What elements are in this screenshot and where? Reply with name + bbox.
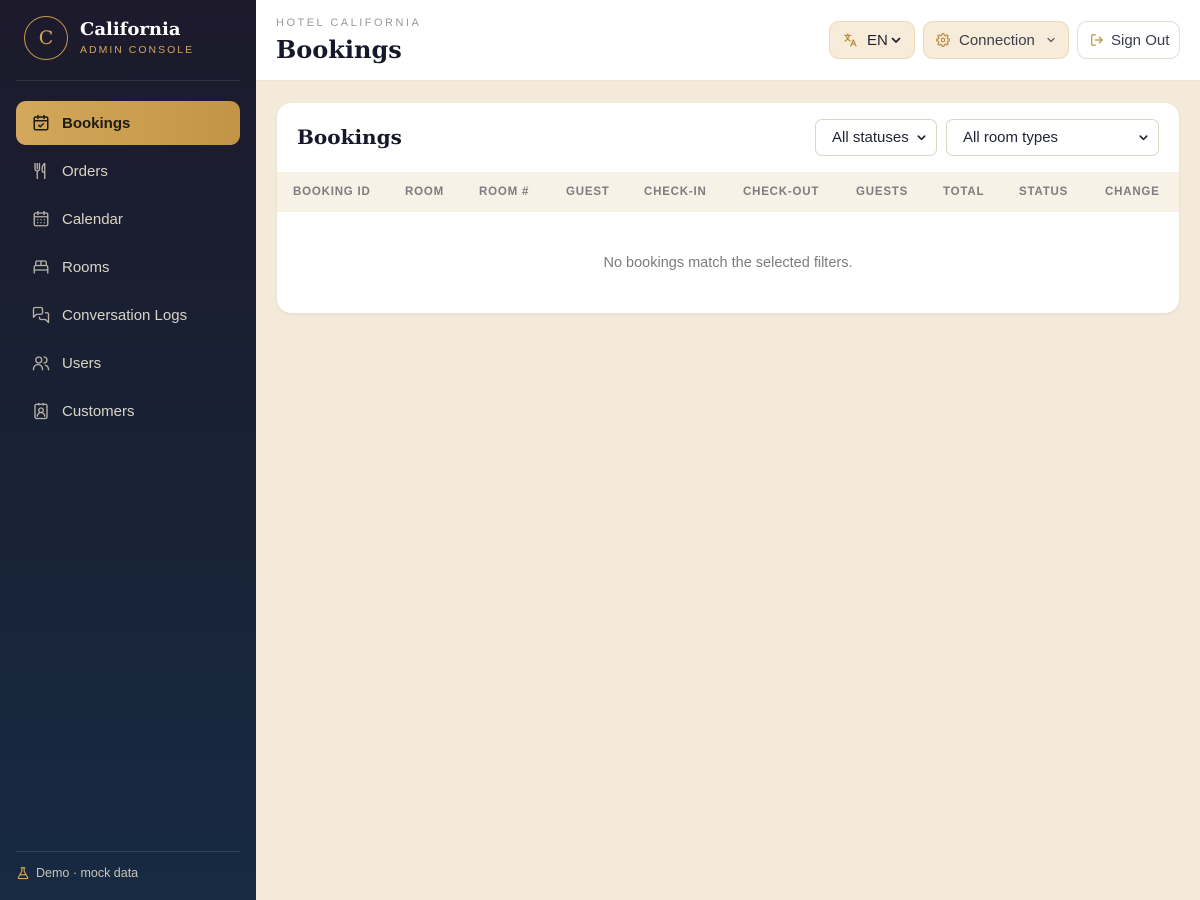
column-header-check-in[interactable]: CHECK-IN bbox=[644, 172, 707, 212]
sidebar-item-label: Users bbox=[62, 354, 102, 372]
sidebar-item-label: Calendar bbox=[62, 210, 123, 228]
column-header-total[interactable]: TOTAL bbox=[943, 172, 984, 212]
sign-out-button[interactable]: Sign Out bbox=[1077, 21, 1180, 59]
users-icon bbox=[32, 354, 50, 372]
column-header-check-out[interactable]: CHECK-OUT bbox=[743, 172, 819, 212]
column-header-room[interactable]: ROOM bbox=[405, 172, 444, 212]
sidebar-item-orders[interactable]: Orders bbox=[16, 149, 240, 193]
fork-knife-icon bbox=[32, 162, 50, 180]
room-type-filter-value: All room types bbox=[963, 129, 1059, 146]
bookings-card-title: Bookings bbox=[297, 125, 402, 149]
chevron-down-icon bbox=[1045, 34, 1057, 46]
sidebar-divider-top bbox=[16, 80, 240, 81]
column-header-booking-id[interactable]: BOOKING ID bbox=[293, 172, 371, 212]
room-type-filter-select[interactable]: All room types bbox=[946, 119, 1159, 156]
chevron-down-icon bbox=[1138, 132, 1149, 143]
brand-subtitle: ADMIN CONSOLE bbox=[80, 44, 195, 56]
bookings-table-header: BOOKING ID ROOM ROOM # GUEST CHECK-IN CH… bbox=[277, 172, 1179, 212]
bookings-card: Bookings All statuses All room types BOO… bbox=[277, 103, 1179, 313]
sidebar-item-calendar[interactable]: Calendar bbox=[16, 197, 240, 241]
sidebar-item-label: Rooms bbox=[62, 258, 110, 276]
sidebar-item-label: Customers bbox=[62, 402, 135, 420]
status-filter-select[interactable]: All statuses bbox=[815, 119, 937, 156]
top-header: HOTEL CALIFORNIA Bookings EN Connection … bbox=[256, 0, 1200, 81]
demo-mode-label: Demo · mock data bbox=[36, 866, 139, 880]
sidebar-item-label: Orders bbox=[62, 162, 108, 180]
language-select[interactable]: EN bbox=[829, 21, 915, 59]
sidebar-item-rooms[interactable]: Rooms bbox=[16, 245, 240, 289]
calendar-icon bbox=[32, 210, 50, 228]
sidebar-footer: Demo · mock data bbox=[16, 866, 138, 880]
column-header-guests[interactable]: GUESTS bbox=[856, 172, 908, 212]
sidebar-item-customers[interactable]: Customers bbox=[16, 389, 240, 433]
sidebar: C California ADMIN CONSOLE Bookings Orde… bbox=[0, 0, 256, 900]
column-header-guest[interactable]: GUEST bbox=[566, 172, 610, 212]
sidebar-item-label: Conversation Logs bbox=[62, 306, 188, 324]
hotel-name: HOTEL CALIFORNIA bbox=[276, 17, 422, 29]
chat-bubbles-icon bbox=[32, 306, 50, 324]
chevron-down-icon bbox=[916, 132, 927, 143]
brand[interactable]: C California ADMIN CONSOLE bbox=[24, 16, 234, 60]
brand-text: California ADMIN CONSOLE bbox=[80, 19, 194, 57]
flask-icon bbox=[16, 866, 30, 880]
sidebar-item-label: Bookings bbox=[62, 114, 131, 132]
empty-state-message: No bookings match the selected filters. bbox=[603, 255, 853, 271]
connection-button[interactable]: Connection bbox=[923, 21, 1069, 59]
contact-badge-icon bbox=[32, 402, 50, 420]
calendar-check-icon bbox=[32, 114, 50, 132]
connection-label: Connection bbox=[959, 31, 1035, 49]
sign-out-label: Sign Out bbox=[1111, 31, 1170, 49]
brand-logo: C bbox=[24, 16, 68, 60]
page-title: Bookings bbox=[276, 35, 402, 64]
sidebar-item-bookings[interactable]: Bookings bbox=[16, 101, 240, 145]
gear-icon bbox=[936, 33, 950, 47]
translate-icon bbox=[842, 32, 858, 48]
column-header-room-number[interactable]: ROOM # bbox=[479, 172, 529, 212]
sidebar-item-conversation-logs[interactable]: Conversation Logs bbox=[16, 293, 240, 337]
column-header-status[interactable]: STATUS bbox=[1019, 172, 1068, 212]
sidebar-item-users[interactable]: Users bbox=[16, 341, 240, 385]
sidebar-divider-bottom bbox=[16, 851, 240, 852]
chevron-down-icon bbox=[890, 34, 902, 46]
brand-title: California bbox=[80, 19, 181, 40]
sign-out-icon bbox=[1090, 33, 1104, 47]
bed-icon bbox=[32, 258, 50, 276]
sidebar-nav: Bookings Orders Calendar Rooms Conversat… bbox=[16, 101, 240, 437]
status-filter-value: All statuses bbox=[832, 129, 909, 146]
column-header-change[interactable]: CHANGE bbox=[1105, 172, 1160, 212]
language-value: EN bbox=[867, 31, 888, 49]
